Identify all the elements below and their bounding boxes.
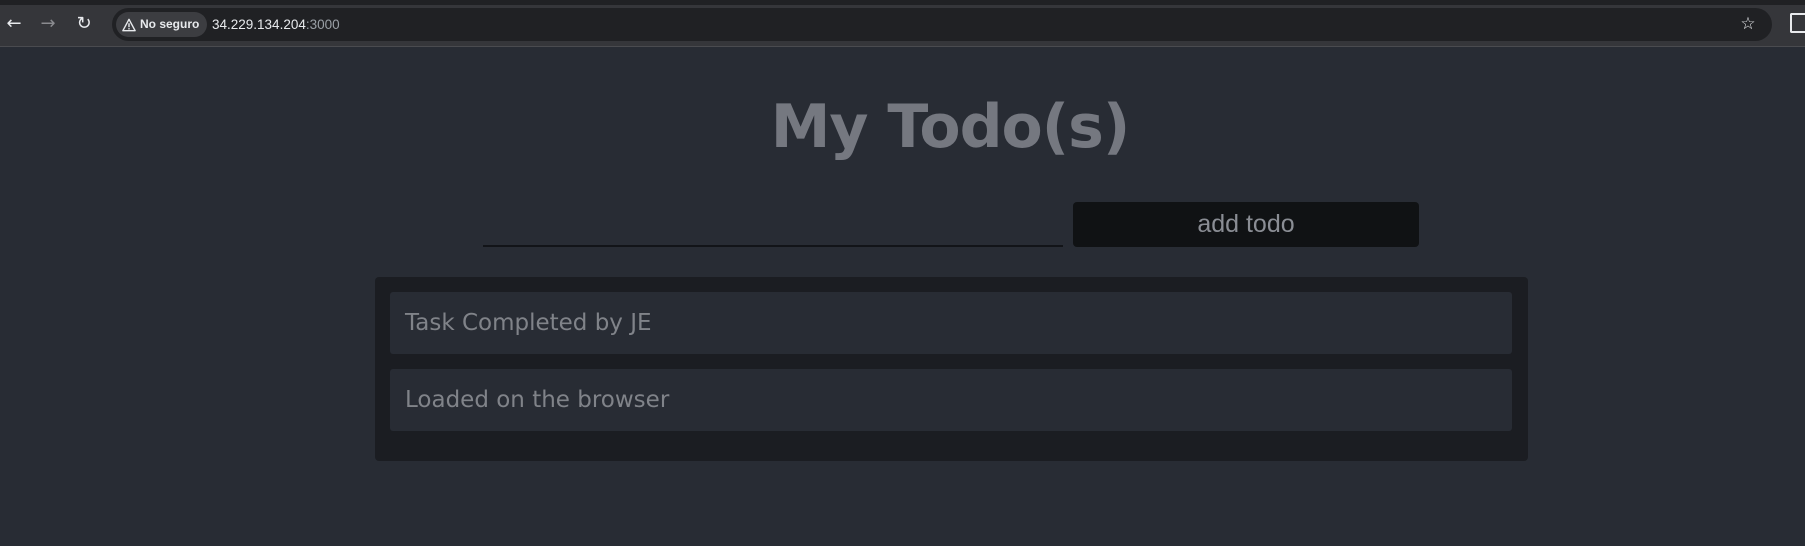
url-port: :3000: [305, 17, 340, 32]
extensions-icon[interactable]: [1790, 13, 1805, 33]
star-icon[interactable]: ☆: [1736, 12, 1760, 36]
todo-item[interactable]: Loaded on the browser: [390, 369, 1512, 431]
reload-icon[interactable]: ↻: [72, 12, 96, 36]
todo-input[interactable]: [483, 202, 1063, 247]
tab-strip-edge: [0, 0, 1805, 5]
address-bar[interactable]: No seguro 34.229.134.204:3000 ☆: [112, 8, 1772, 41]
todo-list: Task Completed by JE Loaded on the brows…: [375, 277, 1528, 461]
warning-icon: [122, 18, 136, 31]
forward-icon[interactable]: →: [36, 12, 60, 36]
url-host: 34.229.134.204: [212, 17, 306, 32]
security-chip[interactable]: No seguro: [116, 12, 208, 37]
todo-item[interactable]: Task Completed by JE: [390, 292, 1512, 354]
add-todo-button[interactable]: add todo: [1073, 202, 1419, 247]
browser-toolbar: ← → ↻ No seguro 34.229.134.204:3000 ☆: [0, 0, 1805, 47]
page-title: My Todo(s): [770, 92, 1131, 162]
security-label: No seguro: [140, 17, 200, 31]
url-text[interactable]: 34.229.134.204:3000: [212, 8, 340, 41]
back-icon[interactable]: ←: [2, 12, 26, 36]
